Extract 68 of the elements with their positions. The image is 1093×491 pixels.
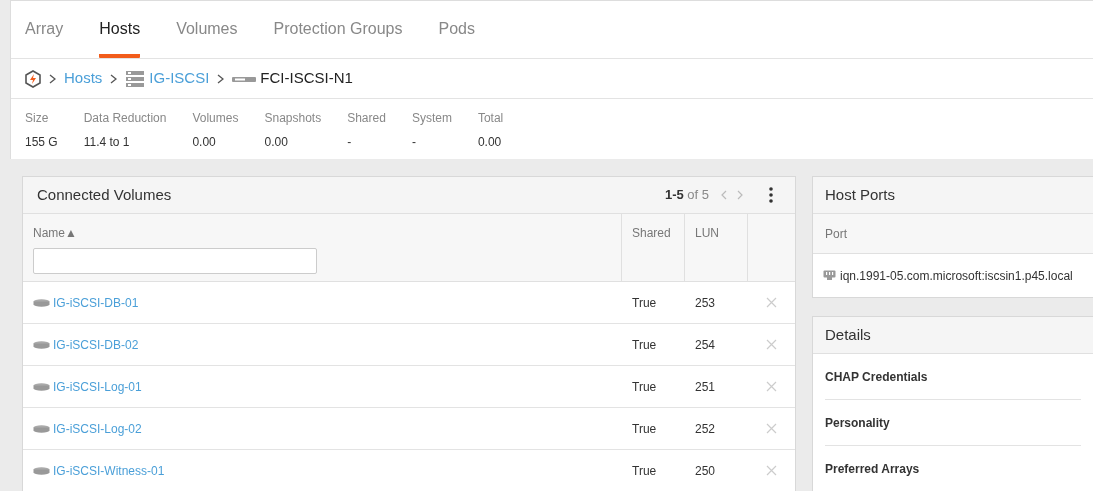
stat-label: Total [477,110,504,127]
port-icon [823,270,836,281]
volume-link[interactable]: IG-iSCSI-Log-01 [53,377,142,396]
more-options-icon[interactable] [769,187,773,203]
port-name: iqn.1991-05.com.microsoft:iscsin1.p45.local [840,267,1073,285]
column-header: LUN [685,214,748,281]
pagination-label: 1-5 of 5 [664,186,709,205]
table-cell: 252 [695,421,716,436]
table-cell: True [632,463,657,478]
column-header: Port [825,225,847,243]
disk-icon [33,424,50,433]
remove-icon[interactable] [766,339,777,350]
stat-value: 155 G [25,134,58,151]
stat-value: 11.4 to 1 [83,134,131,151]
tab[interactable]: Hosts [99,17,141,58]
stat-value: 0.00 [477,134,503,151]
breadcrumb-current: FCI-ISCSI-N1 [260,68,353,89]
tab[interactable]: Protection Groups [273,17,403,58]
stat-value: - [347,134,353,151]
volume-link[interactable]: IG-iSCSI-Log-02 [53,419,142,438]
table-cell: True [632,421,657,436]
card-title: Connected Volumes [37,184,173,205]
stat-value: 0.00 [192,134,217,151]
disk-icon [33,382,50,391]
details-item[interactable]: Personality [825,413,890,432]
disk-icon [33,340,50,349]
stat-value: - [411,134,417,151]
breadcrumb-link[interactable]: IG-ISCSI [149,67,210,90]
stat-label: Snapshots [264,110,322,127]
table-cell: 254 [695,337,716,352]
volume-link[interactable]: IG-iSCSI-DB-02 [53,335,139,354]
logo-icon[interactable] [25,69,41,88]
tab[interactable]: Volumes [176,17,238,58]
table-cell: 251 [695,379,716,394]
chevron-right-icon [110,73,118,84]
table-cell: True [632,379,657,394]
details-item[interactable]: CHAP Credentials [825,367,928,386]
remove-icon[interactable] [766,423,777,434]
disk-icon [33,466,50,475]
remove-icon[interactable] [766,381,777,392]
tab[interactable]: Pods [438,17,475,58]
stat-value: 0.00 [264,134,289,151]
tab[interactable]: Array [25,17,64,58]
column-header[interactable]: Name▲ [33,224,611,242]
table-cell: 250 [695,463,716,478]
disk-icon [33,298,50,307]
chevron-right-icon [49,73,56,84]
breadcrumb-link[interactable]: Hosts [64,67,103,90]
stat-label: Volumes [192,110,239,127]
chevron-right-icon [217,73,225,84]
table-cell: True [632,295,657,310]
card-title: Details [825,324,871,345]
remove-icon[interactable] [766,297,777,308]
stat-label: Data Reduction [83,110,167,127]
name-filter-field[interactable] [33,248,317,274]
table-cell: 253 [695,295,716,310]
remove-icon[interactable] [766,465,777,476]
stat-label: Size [25,110,50,127]
stat-label: System [411,110,452,127]
column-header: Shared [622,214,685,281]
details-item[interactable]: Preferred Arrays [825,460,920,478]
server-stack-icon [125,69,146,88]
volume-link[interactable]: IG-iSCSI-DB-01 [53,293,139,312]
stat-label: Shared [347,110,386,127]
card-title: Host Ports [825,184,896,205]
table-cell: True [632,337,657,352]
host-icon [232,74,257,83]
volume-link[interactable]: IG-iSCSI-Witness-01 [53,461,165,480]
